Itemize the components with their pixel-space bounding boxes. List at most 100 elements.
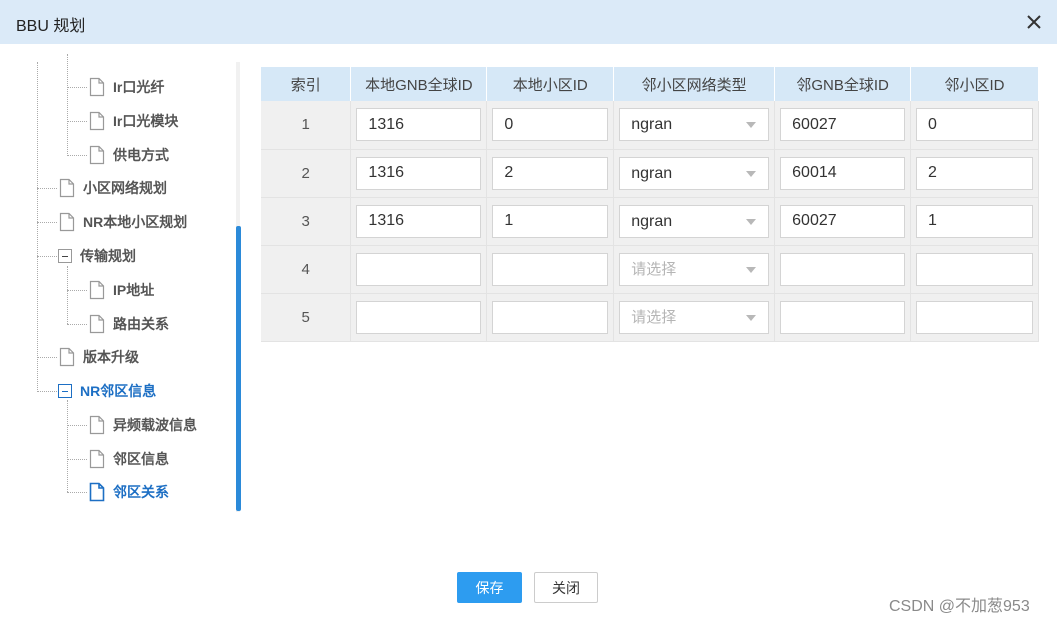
tree-item-neighbor-info[interactable]: 邻区信息 <box>89 447 169 471</box>
tree-item-transport-planning[interactable]: 传输规划 <box>58 244 136 268</box>
neighbor-cell-id-input[interactable] <box>916 252 1033 286</box>
row-index: 1 <box>261 101 352 150</box>
tree-item-label: Ir口光模块 <box>113 113 179 129</box>
tree-item-label: NR邻区信息 <box>80 383 157 399</box>
tree-item-route-relation[interactable]: 路由关系 <box>89 312 169 336</box>
tree-item-label: Ir口光纤 <box>113 79 165 95</box>
local-cell-id-input[interactable] <box>492 252 609 286</box>
select-placeholder: 请选择 <box>631 308 677 326</box>
neighbor-gnb-id-input[interactable] <box>780 204 906 238</box>
file-icon <box>89 280 105 300</box>
planning-tree: Ir口光纤 Ir口光模块 供电方式 小区网络规划 NR本地小区规划 传输规划 I… <box>0 44 245 514</box>
local-gnb-id-input[interactable] <box>356 156 482 190</box>
neighbor-gnb-id-input[interactable] <box>780 252 906 286</box>
tree-item-label: IP地址 <box>113 282 155 298</box>
network-type-value: ngran <box>631 164 673 182</box>
local-gnb-id-input[interactable] <box>356 300 482 334</box>
table-row: 3 ngran <box>261 197 1039 246</box>
local-cell-id-input[interactable] <box>492 204 609 238</box>
neighbor-cell-id-input[interactable] <box>916 204 1033 238</box>
local-cell-id-input[interactable] <box>492 108 609 142</box>
table-row: 4 请选择 <box>261 245 1039 294</box>
tree-item-label: 供电方式 <box>113 147 169 163</box>
tree-item-neighbor-relation[interactable]: 邻区关系 <box>89 480 169 504</box>
dropdown-arrow-icon <box>746 218 757 225</box>
network-type-value: ngran <box>631 212 673 230</box>
local-gnb-id-input[interactable] <box>356 204 482 238</box>
collapse-icon[interactable] <box>58 384 72 398</box>
tree-item-label: 版本升级 <box>83 349 139 365</box>
tree-item-ir-fiber[interactable]: Ir口光纤 <box>89 75 164 99</box>
tree-item-nr-neighbor-info[interactable]: NR邻区信息 <box>58 379 156 403</box>
tree-item-label: 小区网络规划 <box>83 180 167 196</box>
file-icon <box>89 314 105 334</box>
network-type-select[interactable]: 请选择 <box>619 252 770 286</box>
tree-item-label: 路由关系 <box>113 316 169 332</box>
select-placeholder: 请选择 <box>631 260 677 278</box>
column-header-neighbor-network-type: 邻小区网络类型 <box>613 67 776 101</box>
network-type-select[interactable]: ngran <box>619 108 770 142</box>
neighbor-cell-id-input[interactable] <box>916 300 1033 334</box>
local-cell-id-input[interactable] <box>492 300 609 334</box>
watermark: CSDN @不加葱953 <box>889 598 1030 615</box>
table-header-row: 索引 本地GNB全球ID 本地小区ID 邻小区网络类型 邻GNB全球ID 邻小区… <box>261 67 1039 101</box>
network-type-select[interactable]: ngran <box>619 156 770 190</box>
column-header-local-cell-id: 本地小区ID <box>486 67 615 101</box>
dialog-title: BBU 规划 <box>16 18 86 35</box>
dropdown-arrow-icon <box>746 170 757 177</box>
tree-item-label: 邻区关系 <box>113 484 169 500</box>
neighbor-relation-table: 索引 本地GNB全球ID 本地小区ID 邻小区网络类型 邻GNB全球ID 邻小区… <box>261 67 1039 342</box>
file-icon <box>89 449 105 469</box>
dropdown-arrow-icon <box>746 314 757 321</box>
network-type-value: ngran <box>631 116 673 134</box>
file-icon <box>59 347 75 367</box>
close-icon[interactable] <box>1024 12 1044 32</box>
file-icon <box>89 111 105 131</box>
tree-item-nr-local-cell-planning[interactable]: NR本地小区规划 <box>59 210 187 234</box>
local-gnb-id-input[interactable] <box>356 252 482 286</box>
row-index: 3 <box>261 197 352 246</box>
row-index: 5 <box>261 293 352 342</box>
tree-item-label: NR本地小区规划 <box>83 214 188 230</box>
tree-item-inter-freq-carrier[interactable]: 异频载波信息 <box>89 413 197 437</box>
column-header-neighbor-cell-id: 邻小区ID <box>910 67 1039 101</box>
file-icon <box>59 212 75 232</box>
tree-item-cell-network-planning[interactable]: 小区网络规划 <box>59 176 167 200</box>
local-cell-id-input[interactable] <box>492 156 609 190</box>
close-button[interactable]: 关闭 <box>534 572 598 603</box>
neighbor-gnb-id-input[interactable] <box>780 108 906 142</box>
table-row: 5 请选择 <box>261 293 1039 342</box>
tree-item-ip-address[interactable]: IP地址 <box>89 278 154 302</box>
network-type-select[interactable]: ngran <box>619 204 770 238</box>
tree-item-power-supply[interactable]: 供电方式 <box>89 143 169 167</box>
neighbor-cell-id-input[interactable] <box>916 108 1033 142</box>
neighbor-gnb-id-input[interactable] <box>780 156 906 190</box>
file-icon <box>89 77 105 97</box>
table-row: 2 ngran <box>261 149 1039 198</box>
dropdown-arrow-icon <box>746 122 757 129</box>
neighbor-gnb-id-input[interactable] <box>780 300 906 334</box>
table-row: 1 ngran <box>261 101 1039 150</box>
column-header-local-gnb-id: 本地GNB全球ID <box>350 67 488 101</box>
row-index: 4 <box>261 245 352 294</box>
file-icon <box>89 415 105 435</box>
tree-item-label: 异频载波信息 <box>113 417 197 433</box>
network-type-select[interactable]: 请选择 <box>619 300 770 334</box>
column-header-neighbor-gnb-id: 邻GNB全球ID <box>774 67 912 101</box>
save-button[interactable]: 保存 <box>457 572 522 603</box>
file-icon <box>89 482 105 502</box>
tree-item-version-upgrade[interactable]: 版本升级 <box>59 345 139 369</box>
neighbor-cell-id-input[interactable] <box>916 156 1033 190</box>
file-icon <box>89 145 105 165</box>
tree-item-label: 传输规划 <box>80 248 136 264</box>
local-gnb-id-input[interactable] <box>356 108 482 142</box>
column-header-index: 索引 <box>261 67 352 101</box>
tree-scrollbar-thumb[interactable] <box>236 226 241 511</box>
dialog-titlebar: BBU 规划 <box>0 0 1057 44</box>
file-icon <box>59 178 75 198</box>
collapse-icon[interactable] <box>58 249 72 263</box>
row-index: 2 <box>261 149 352 198</box>
tree-item-ir-optical-module[interactable]: Ir口光模块 <box>89 109 178 133</box>
dropdown-arrow-icon <box>746 266 757 273</box>
tree-item-label: 邻区信息 <box>113 451 169 467</box>
